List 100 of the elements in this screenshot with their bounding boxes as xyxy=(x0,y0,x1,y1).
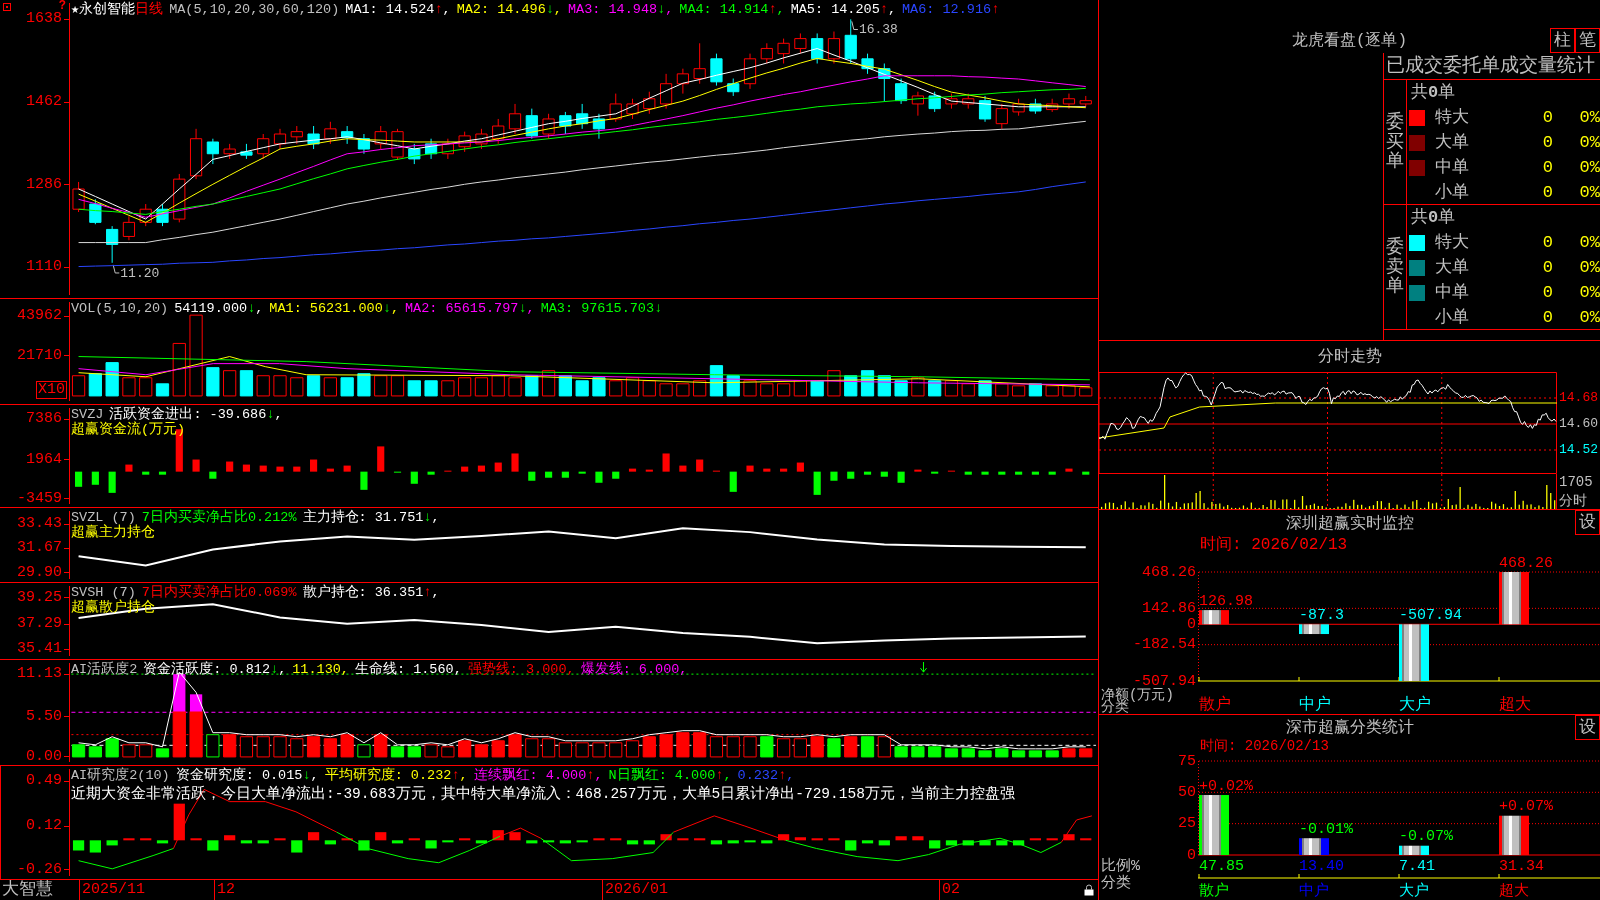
volume-tick-label: 1705 xyxy=(1559,474,1594,490)
lock-icon xyxy=(1084,884,1094,896)
candlestick xyxy=(273,128,287,150)
indicator-value: MA6: 12.916↑ xyxy=(902,2,1000,17)
settings-button[interactable]: 设 xyxy=(1575,510,1600,535)
order-share: 0% xyxy=(1578,232,1600,253)
panel-title: 深市超赢分类统计 xyxy=(1285,718,1414,739)
order-type-label: 特大 xyxy=(1435,107,1470,128)
candlestick xyxy=(206,138,219,165)
bar-value-label: 13.40 xyxy=(1299,857,1344,875)
chart-bar xyxy=(1299,624,1329,635)
order-summary: 共0单 xyxy=(1410,82,1457,104)
indicator-value: MA1: 14.524↑, xyxy=(345,2,451,17)
price-annotation: 11.20 xyxy=(120,265,160,281)
order-share: 0% xyxy=(1578,182,1600,203)
indicator-value: 连续飘红: 4.000↑, xyxy=(473,768,603,783)
panel-title: 分时走势 xyxy=(1317,346,1382,367)
order-count: 0 xyxy=(1541,157,1553,178)
order-share: 0% xyxy=(1578,157,1600,178)
order-share: 0% xyxy=(1578,257,1600,278)
candlestick xyxy=(324,121,337,145)
panel-title: 龙虎看盘(逐单) xyxy=(1291,31,1408,52)
order-count: 0 xyxy=(1541,232,1553,253)
indicator-value: 资金活跃度: 0.812↓, xyxy=(143,662,287,677)
y-axis-label: 50 xyxy=(1178,783,1196,801)
indicator-value: 活跃资金进出: -39.686↓, xyxy=(109,407,283,422)
candlestick xyxy=(257,133,270,160)
down-arrow-icon xyxy=(919,661,928,673)
order-type-label: 小单 xyxy=(1435,307,1470,328)
order-share: 0% xyxy=(1578,282,1600,303)
indicator-value: MA1: 56231.000↓, xyxy=(269,301,399,316)
date-label: 02 xyxy=(939,880,960,900)
y-axis-label: -182.54 xyxy=(1133,636,1196,654)
y-axis-label: 0 xyxy=(1187,615,1196,633)
table-title: 已成交委托单成交量统计 xyxy=(1384,53,1600,80)
panel-title: 深圳超赢实时监控 xyxy=(1285,514,1414,535)
candlestick xyxy=(508,103,522,135)
category-label: 散户 xyxy=(1199,882,1229,900)
y-axis-label: 75 xyxy=(1178,753,1196,770)
indicator-name: SVSH (7) xyxy=(71,585,136,600)
indicator-name: SVZL (7) xyxy=(71,510,136,525)
order-count: 0 xyxy=(1541,107,1553,128)
bar-value-label: 31.34 xyxy=(1499,857,1544,875)
category-label: 散户 xyxy=(1199,696,1231,714)
time-label: 时间: 2026/02/13 xyxy=(1199,739,1329,753)
category-label: 超大 xyxy=(1499,882,1529,900)
bar-value-label: 7.41 xyxy=(1399,857,1435,875)
settings-button[interactable]: 设 xyxy=(1575,715,1600,740)
chart-bar xyxy=(1199,610,1229,625)
chart-bar xyxy=(1399,624,1429,681)
candlestick xyxy=(995,103,1008,130)
candlestick xyxy=(1062,93,1076,110)
view-toggle-button[interactable]: 柱 xyxy=(1550,28,1575,53)
chart-bar xyxy=(1499,572,1529,625)
indicator-value: 7日内买卖净占比0.069% xyxy=(141,585,297,600)
leader-line xyxy=(851,20,859,30)
y-axis-label: 0 xyxy=(1187,846,1196,864)
order-count: 0 xyxy=(1541,307,1553,328)
y-axis-title: 比例% xyxy=(1101,857,1140,875)
price-annotation: 16.38 xyxy=(858,22,898,37)
change-label: -0.01% xyxy=(1299,820,1353,838)
candlestick xyxy=(643,91,656,115)
indicator-name: AI研究度2(10) xyxy=(71,768,170,783)
y-axis-label: 142.86 xyxy=(1142,599,1196,617)
candlestick xyxy=(676,68,689,95)
indicator-value: MA2: 65615.797↓, xyxy=(405,301,535,316)
indicator-name: SVZJ xyxy=(71,407,104,422)
square-icon xyxy=(3,3,11,11)
unit-label: X10 xyxy=(36,380,67,399)
y-axis-label: 25 xyxy=(1178,815,1196,833)
indicator-value: 54119.000↓, xyxy=(174,301,264,316)
price-tick-label: 14.68 xyxy=(1559,391,1598,405)
date-label: 12 xyxy=(214,880,235,900)
bar-value-label: 47.85 xyxy=(1199,857,1244,875)
date-label: 2026/01 xyxy=(602,880,668,900)
category-label: 超大 xyxy=(1499,696,1531,714)
order-type-label: 大单 xyxy=(1435,257,1470,278)
order-type-label: 中单 xyxy=(1435,282,1470,303)
bar-value-label: -507.94 xyxy=(1399,606,1462,624)
side-label: 委买单 xyxy=(1386,112,1404,173)
candlestick xyxy=(794,32,807,55)
change-label: -0.07% xyxy=(1399,828,1453,846)
indicator-value: 爆发线: 6.000, xyxy=(580,662,688,677)
change-label: +0.07% xyxy=(1499,798,1553,816)
indicator-value: 资金研究度: 0.015↓, xyxy=(175,768,319,783)
order-count: 0 xyxy=(1541,132,1553,153)
x-axis-title: 分类 xyxy=(1101,874,1131,892)
indicator-name: MA(5,10,20,30,60,120) xyxy=(169,2,340,17)
indicator-value: 7日内买卖净占比0.212% xyxy=(141,510,297,525)
candlestick xyxy=(894,78,908,105)
x-axis-title: 分类 xyxy=(1101,699,1129,714)
order-share: 0% xyxy=(1578,307,1600,328)
bar-value-label: -87.3 xyxy=(1299,606,1344,624)
candlestick xyxy=(827,31,841,64)
bar-value-label: 468.26 xyxy=(1499,554,1553,572)
view-toggle-button[interactable]: 笔 xyxy=(1575,28,1600,53)
indicator-value: MA3: 14.948↓, xyxy=(567,2,674,17)
indicator-value: 主力持仓: 31.751↓, xyxy=(302,510,440,525)
candlestick xyxy=(760,42,773,64)
indicator-value: 散户持仓: 36.351↑, xyxy=(302,585,440,600)
